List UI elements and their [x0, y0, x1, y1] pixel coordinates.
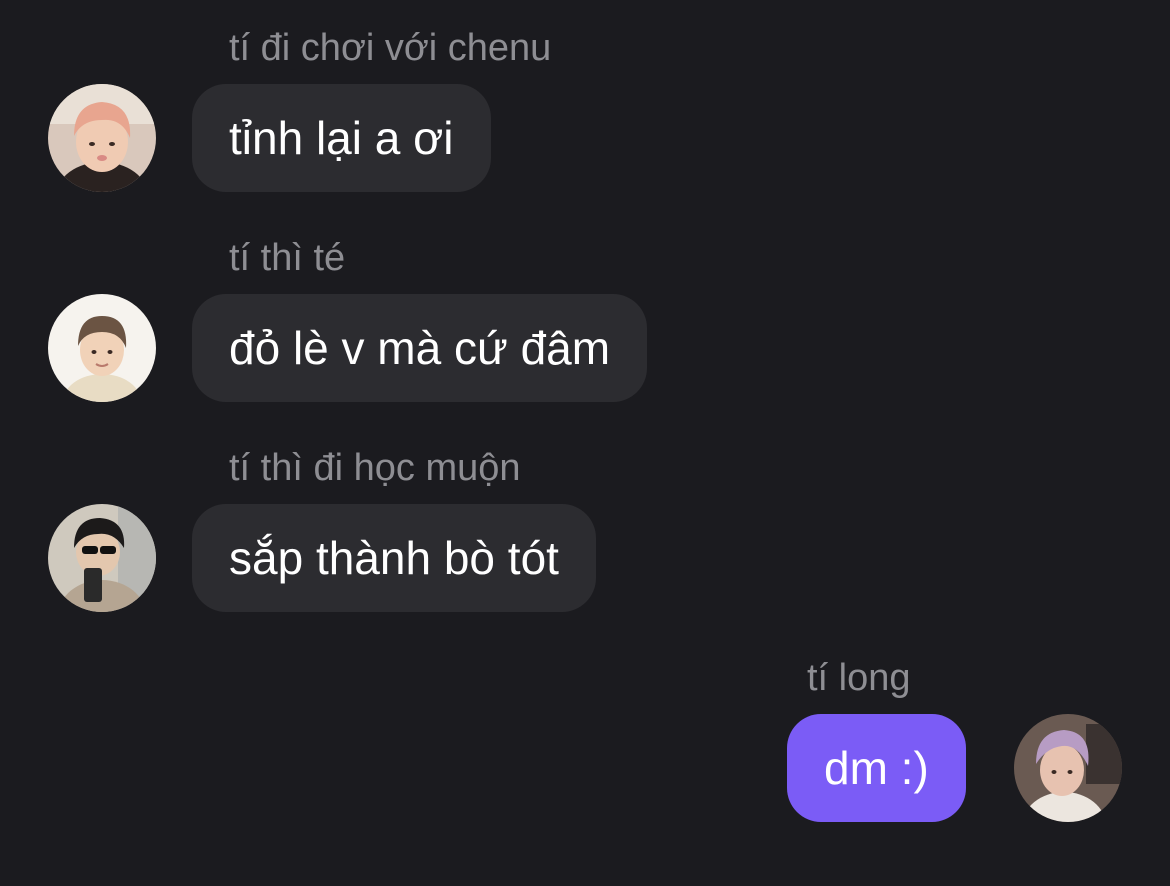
light-hair-user-avatar-icon	[48, 294, 156, 402]
message-bubble[interactable]: sắp thành bò tót	[192, 504, 596, 612]
sunglasses-selfie-avatar-icon	[48, 504, 156, 612]
user-avatar[interactable]	[48, 504, 156, 612]
purple-hair-user-avatar-icon	[1014, 714, 1122, 822]
user-avatar[interactable]	[48, 84, 156, 192]
user-avatar[interactable]	[48, 294, 156, 402]
sender-name: tí đi chơi với chenu	[229, 27, 552, 69]
sender-name: tí thì đi học muộn	[229, 447, 521, 489]
message-bubble-outgoing[interactable]: dm :)	[787, 714, 966, 822]
message-bubble[interactable]: tỉnh lại a ơi	[192, 84, 491, 192]
sender-name: tí thì té	[229, 237, 346, 279]
pink-hair-user-avatar-icon	[48, 84, 156, 192]
user-avatar[interactable]	[1014, 714, 1122, 822]
sender-name: tí long	[807, 657, 911, 699]
message-bubble[interactable]: đỏ lè v mà cứ đâm	[192, 294, 648, 402]
